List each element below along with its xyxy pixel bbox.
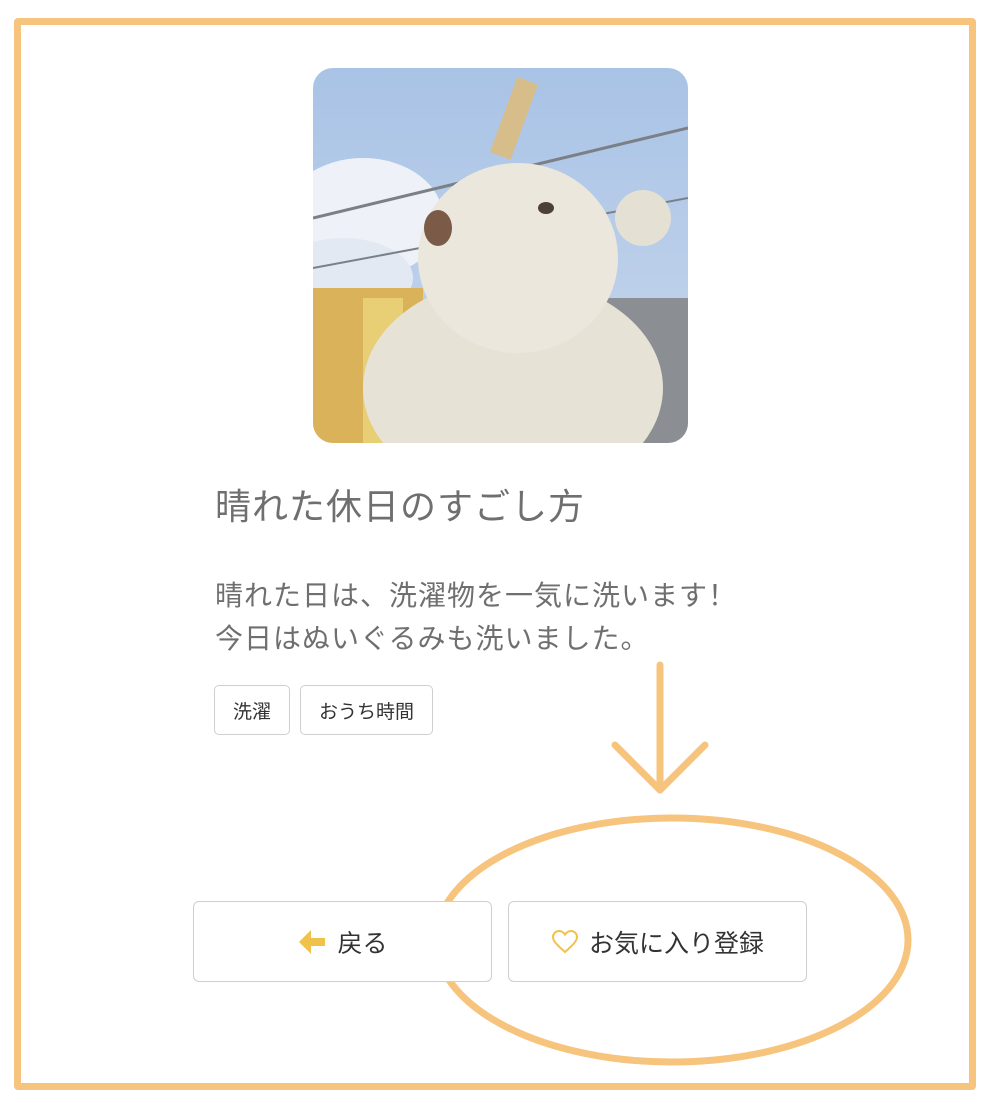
- arrow-left-icon: [297, 927, 327, 957]
- post-description-line-2: 今日はぬいぐるみも洗いました。: [215, 622, 650, 655]
- post-description-line-1: 晴れた日は、洗濯物を一気に洗います！: [215, 579, 738, 612]
- tag-laundry[interactable]: 洗濯: [214, 685, 291, 735]
- tag-list: 洗濯 おうち時間: [214, 685, 434, 735]
- favorite-button[interactable]: お気に入り登録: [508, 901, 807, 982]
- tag-home-time[interactable]: おうち時間: [300, 685, 434, 735]
- back-button[interactable]: 戻る: [193, 901, 492, 982]
- post-description: 晴れた日は、洗濯物を一気に洗います！ 今日はぬいぐるみも洗いました。: [215, 574, 815, 660]
- post-title: 晴れた休日のすごし方: [215, 487, 586, 528]
- favorite-button-label: お気に入り登録: [588, 928, 764, 958]
- post-photo: [313, 68, 688, 443]
- back-button-label: 戻る: [337, 928, 388, 958]
- heart-outline-icon: [551, 929, 579, 955]
